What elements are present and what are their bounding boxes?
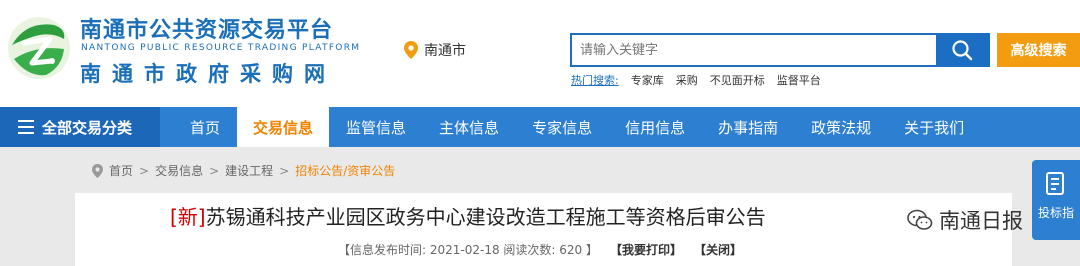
breadcrumb-current[interactable]: 招标公告/资审公告 [295,162,395,179]
nav-item-policies[interactable]: 政策法规 [795,107,887,147]
nav-item-credit-info[interactable]: 信用信息 [609,107,701,147]
publish-info: 【信息发布时间: 2021-02-18 阅读次数: 620 】 [338,243,598,257]
brand-subtitle[interactable]: 南通市政府采购网 [80,58,336,88]
breadcrumb-home[interactable]: 首页 [109,162,133,179]
article-title-text: 苏锡通科技产业园区政务中心建设改造工程施工等资格后审公告 [205,205,766,229]
side-widget-label: 投标指 [1037,206,1074,220]
print-link[interactable]: 【我要打印】 [610,241,682,258]
menu-icon [18,120,34,134]
all-categories-label: 全部交易分类 [42,118,133,137]
nav-item-trading-info[interactable]: 交易信息 [237,107,330,147]
new-tag: [新] [170,205,206,229]
article-title: [新]苏锡通科技产业园区政务中心建设改造工程施工等资格后审公告 [170,201,766,230]
article-meta: 【信息发布时间: 2021-02-18 阅读次数: 620 】 【我要打印】 【… [338,241,742,258]
hot-search-item[interactable]: 采购 [676,72,698,88]
main-nav: 全部交易分类 首页 交易信息 监管信息 主体信息 专家信息 信用信息 办事指南 … [0,107,1080,147]
brand-title[interactable]: 南通市公共资源交易平台 [80,12,333,44]
city-selector[interactable]: 南通市 [404,40,466,60]
hot-search-label: 热门搜索: [571,74,619,87]
search-box [570,33,990,67]
article-card: [新]苏锡通科技产业园区政务中心建设改造工程施工等资格后审公告 【信息发布时间:… [75,193,1012,266]
search-input[interactable] [572,35,936,65]
nav-items: 首页 交易信息 监管信息 主体信息 专家信息 信用信息 办事指南 政策法规 关于… [174,107,981,147]
watermark-text: 南通日报 [939,209,1023,233]
advanced-search-button[interactable]: 高级搜索 [997,33,1080,67]
breadcrumb-separator: > [209,163,220,178]
hot-search-item[interactable]: 专家库 [631,72,664,88]
hot-search-item[interactable]: 监督平台 [777,72,821,88]
location-icon [92,163,103,178]
nav-item-expert-info[interactable]: 专家信息 [516,107,608,147]
city-label: 南通市 [424,43,466,59]
nav-item-about-us[interactable]: 关于我们 [888,107,980,147]
header: 南通市公共资源交易平台 NANTONG PUBLIC RESOURCE TRAD… [0,0,1080,107]
breadcrumb: 首页 > 交易信息 > 建设工程 > 招标公告/资审公告 [92,162,395,179]
breadcrumb-separator: > [139,163,150,178]
breadcrumb-construction[interactable]: 建设工程 [225,162,273,179]
search-button[interactable] [936,35,988,65]
bidding-guide-widget[interactable]: 投标指 [1032,160,1080,240]
nantong-logo-icon[interactable] [6,15,72,81]
hot-search-item[interactable]: 不见面开标 [710,72,765,88]
search-icon [952,40,973,61]
document-icon [1046,172,1064,195]
nav-item-entity-info[interactable]: 主体信息 [423,107,515,147]
watermark: 南通日报 [907,205,1023,235]
brand-english-title: NANTONG PUBLIC RESOURCE TRADING PLATFORM [81,43,361,53]
wechat-icon [907,209,933,230]
breadcrumb-separator: > [279,163,290,178]
nav-item-service-guide[interactable]: 办事指南 [702,107,794,147]
nav-item-supervision-info[interactable]: 监管信息 [330,107,422,147]
breadcrumb-trading-info[interactable]: 交易信息 [155,162,203,179]
hot-searches: 热门搜索: 专家库 采购 不见面开标 监督平台 [571,72,821,88]
nav-item-home[interactable]: 首页 [174,107,236,147]
all-categories-button[interactable]: 全部交易分类 [0,107,160,147]
map-pin-icon [404,41,418,59]
close-link[interactable]: 【关闭】 [694,241,742,258]
